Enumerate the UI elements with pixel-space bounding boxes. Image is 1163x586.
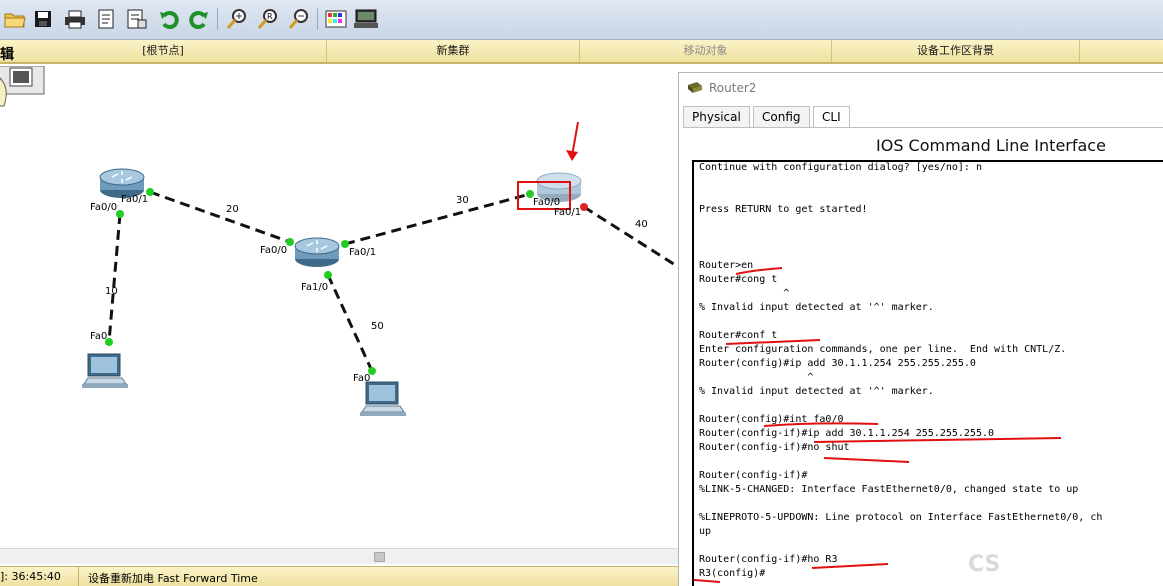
link-status-up [116,210,124,218]
port-label: Fa0 [353,373,370,384]
tab-config[interactable]: Config [753,106,810,127]
scrollbar-thumb[interactable] [374,552,385,562]
link-status-up [286,238,294,246]
link-label-20: 20 [226,204,239,215]
port-label: Fa0 [90,331,107,342]
link-20[interactable] [149,190,291,244]
link-40[interactable] [583,205,680,270]
link-status-up [324,271,332,279]
palette-icon[interactable] [323,6,349,32]
print-icon[interactable] [62,6,88,32]
link-label-50: 50 [371,321,384,332]
edit-label: 辑 [0,47,14,63]
tab-physical[interactable]: Physical [683,106,750,127]
window-title: Router2 [687,81,756,95]
open-folder-icon[interactable] [2,6,28,32]
pc-2-icon[interactable] [360,381,406,416]
cli-annotations [694,267,1062,583]
router-2-icon[interactable] [294,237,340,267]
link-status-down [580,203,588,211]
simulation-time: ]: 36:45:40 [0,570,61,583]
link-label-40: 40 [635,219,648,230]
custom-device-icon[interactable] [353,6,379,32]
tab-new-cluster[interactable]: 新集群 [327,40,580,62]
svg-text:R: R [267,12,273,21]
tab-workspace-background[interactable]: 设备工作区背景 [832,40,1080,62]
link-status-up [341,240,349,248]
link-50[interactable] [326,274,374,372]
link-label-10: 10 [105,286,118,297]
port-label: Fa0/1 [121,194,148,205]
link-label-30: 30 [456,195,469,206]
router-window-icon [688,82,702,93]
port-label: Fa0/0 [90,202,117,213]
port-label: Fa1/0 [301,282,328,293]
annotation-arrow-head [566,150,578,161]
link-10[interactable] [107,213,122,343]
logical-workspace[interactable]: 20 30 40 10 50 Fa0/0 Fa0/1 Fa0/0 Fa0/1 F… [0,66,680,548]
tab-move-object[interactable]: 移动对象 [580,40,832,62]
activity-wizard-2-icon[interactable] [124,6,150,32]
cluster-icon[interactable] [0,66,45,107]
annotation-arrow [571,121,579,157]
redo-icon[interactable] [186,6,212,32]
main-toolbar: R [0,0,1163,40]
pc-1-icon[interactable] [82,353,128,388]
zoom-in-icon[interactable] [224,6,250,32]
power-cycle-fast-forward-button[interactable]: 设备重新加电 Fast Forward Time [88,570,258,586]
undo-icon[interactable] [156,6,182,32]
save-icon[interactable] [30,6,56,32]
tab-root-node[interactable]: [根节点] [0,40,327,62]
workspace-horizontal-scrollbar[interactable] [0,548,680,564]
zoom-reset-icon[interactable]: R [255,6,281,32]
tab-cli[interactable]: CLI [813,106,850,128]
window-title-text: Router2 [709,81,757,95]
zoom-out-icon[interactable] [286,6,312,32]
watermark: CS [968,552,1001,577]
topology-canvas: 20 30 40 10 50 Fa0/0 Fa0/1 Fa0/0 Fa0/1 F… [0,66,680,416]
port-label: Fa0/1 [554,207,581,218]
port-label: Fa0/0 [260,245,287,256]
workspace-tabstrip: [根节点] 新集群 移动对象 设备工作区背景 [0,40,1163,64]
port-label: Fa0/1 [349,247,376,258]
activity-wizard-icon[interactable] [94,6,120,32]
link-30[interactable] [344,192,531,246]
ios-cli-heading: IOS Command Line Interface [876,136,1106,155]
cli-terminal[interactable]: Continue with configuration dialog? [yes… [692,160,1163,586]
